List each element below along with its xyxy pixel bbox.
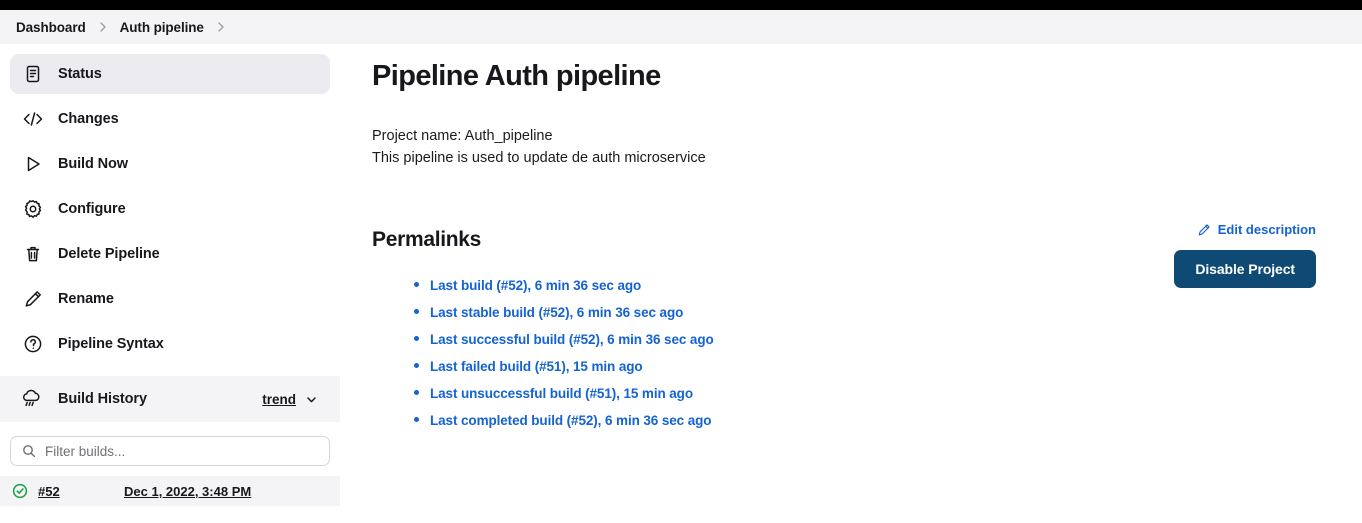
sidebar-item-label: Configure <box>58 201 126 217</box>
build-history-list: #52 Dec 1, 2022, 3:48 PM <box>0 476 340 506</box>
list-item: Last failed build (#51), 15 min ago <box>414 357 1316 377</box>
chevron-right-icon-2[interactable] <box>204 21 238 33</box>
page-title: Pipeline Auth pipeline <box>372 60 661 92</box>
top-black-bar <box>0 0 1362 10</box>
chevron-down-icon <box>305 393 318 406</box>
main-content: Pipeline Auth pipeline Project name: Aut… <box>340 44 1362 523</box>
build-status-success-icon <box>12 483 28 499</box>
pencil-icon <box>1197 223 1211 237</box>
permalink-last-stable-build[interactable]: Last stable build (#52), 6 min 36 sec ag… <box>430 305 683 320</box>
sidebar-item-label: Build Now <box>58 156 128 172</box>
build-history-header: Build History trend <box>0 376 340 422</box>
chevron-right-icon <box>86 21 120 33</box>
sidebar-item-label: Rename <box>58 291 114 307</box>
trend-label: trend <box>262 391 296 407</box>
sidebar-item-rename[interactable]: Rename <box>10 279 330 319</box>
filter-builds-input[interactable] <box>45 443 318 459</box>
permalink-last-failed-build[interactable]: Last failed build (#51), 15 min ago <box>430 359 643 374</box>
edit-description-link[interactable]: Edit description <box>1197 222 1316 237</box>
permalink-last-unsuccessful-build[interactable]: Last unsuccessful build (#51), 15 min ag… <box>430 386 693 401</box>
permalink-last-completed-build[interactable]: Last completed build (#52), 6 min 36 sec… <box>430 413 712 428</box>
document-icon <box>22 63 44 85</box>
build-history-trend-toggle[interactable]: trend <box>262 392 318 407</box>
build-history-row[interactable]: #52 Dec 1, 2022, 3:48 PM <box>0 476 340 506</box>
sidebar-item-label: Pipeline Syntax <box>58 336 164 352</box>
code-icon <box>22 108 44 130</box>
list-item: Last unsuccessful build (#51), 15 min ag… <box>414 384 1316 404</box>
edit-description-label: Edit description <box>1217 222 1316 237</box>
sidebar-nav: Status Changes Build Now Configure Delet… <box>0 54 340 364</box>
list-item: Last build (#52), 6 min 36 sec ago <box>414 276 1316 296</box>
sidebar-item-build-now[interactable]: Build Now <box>10 144 330 184</box>
breadcrumb-item-auth-pipeline[interactable]: Auth pipeline <box>120 20 204 35</box>
page-body: Status Changes Build Now Configure Delet… <box>0 44 1362 523</box>
breadcrumb: Dashboard Auth pipeline <box>0 10 1362 44</box>
filter-builds-box[interactable] <box>10 436 330 466</box>
sidebar-item-delete-pipeline[interactable]: Delete Pipeline <box>10 234 330 274</box>
permalinks-list: Last build (#52), 6 min 36 sec ago Last … <box>372 276 1316 431</box>
project-description-line: This pipeline is used to update de auth … <box>372 150 706 167</box>
sidebar-item-configure[interactable]: Configure <box>10 189 330 229</box>
pencil-icon <box>22 288 44 310</box>
project-name-line: Project name: Auth_pipeline <box>372 128 553 144</box>
sidebar: Status Changes Build Now Configure Delet… <box>0 44 340 523</box>
weather-cloud-rain-icon <box>18 386 44 412</box>
permalink-last-build[interactable]: Last build (#52), 6 min 36 sec ago <box>430 278 641 293</box>
build-date-link[interactable]: Dec 1, 2022, 3:48 PM <box>124 484 251 499</box>
search-icon <box>22 444 36 458</box>
build-number-link[interactable]: #52 <box>38 484 114 499</box>
question-circle-icon <box>22 333 44 355</box>
build-history-title: Build History <box>58 391 147 407</box>
sidebar-item-changes[interactable]: Changes <box>10 99 330 139</box>
sidebar-item-label: Changes <box>58 111 119 127</box>
trash-icon <box>22 243 44 265</box>
sidebar-item-label: Status <box>58 66 102 82</box>
play-icon <box>22 153 44 175</box>
gear-icon <box>22 198 44 220</box>
list-item: Last successful build (#52), 6 min 36 se… <box>414 330 1316 350</box>
sidebar-item-pipeline-syntax[interactable]: Pipeline Syntax <box>10 324 330 364</box>
list-item: Last stable build (#52), 6 min 36 sec ag… <box>414 303 1316 323</box>
permalink-last-successful-build[interactable]: Last successful build (#52), 6 min 36 se… <box>430 332 714 347</box>
breadcrumb-item-dashboard[interactable]: Dashboard <box>16 20 86 35</box>
sidebar-item-label: Delete Pipeline <box>58 246 160 262</box>
sidebar-item-status[interactable]: Status <box>10 54 330 94</box>
filter-builds-wrap <box>0 422 340 466</box>
list-item: Last completed build (#52), 6 min 36 sec… <box>414 411 1316 431</box>
project-description: Project name: Auth_pipeline This pipelin… <box>372 125 1316 170</box>
